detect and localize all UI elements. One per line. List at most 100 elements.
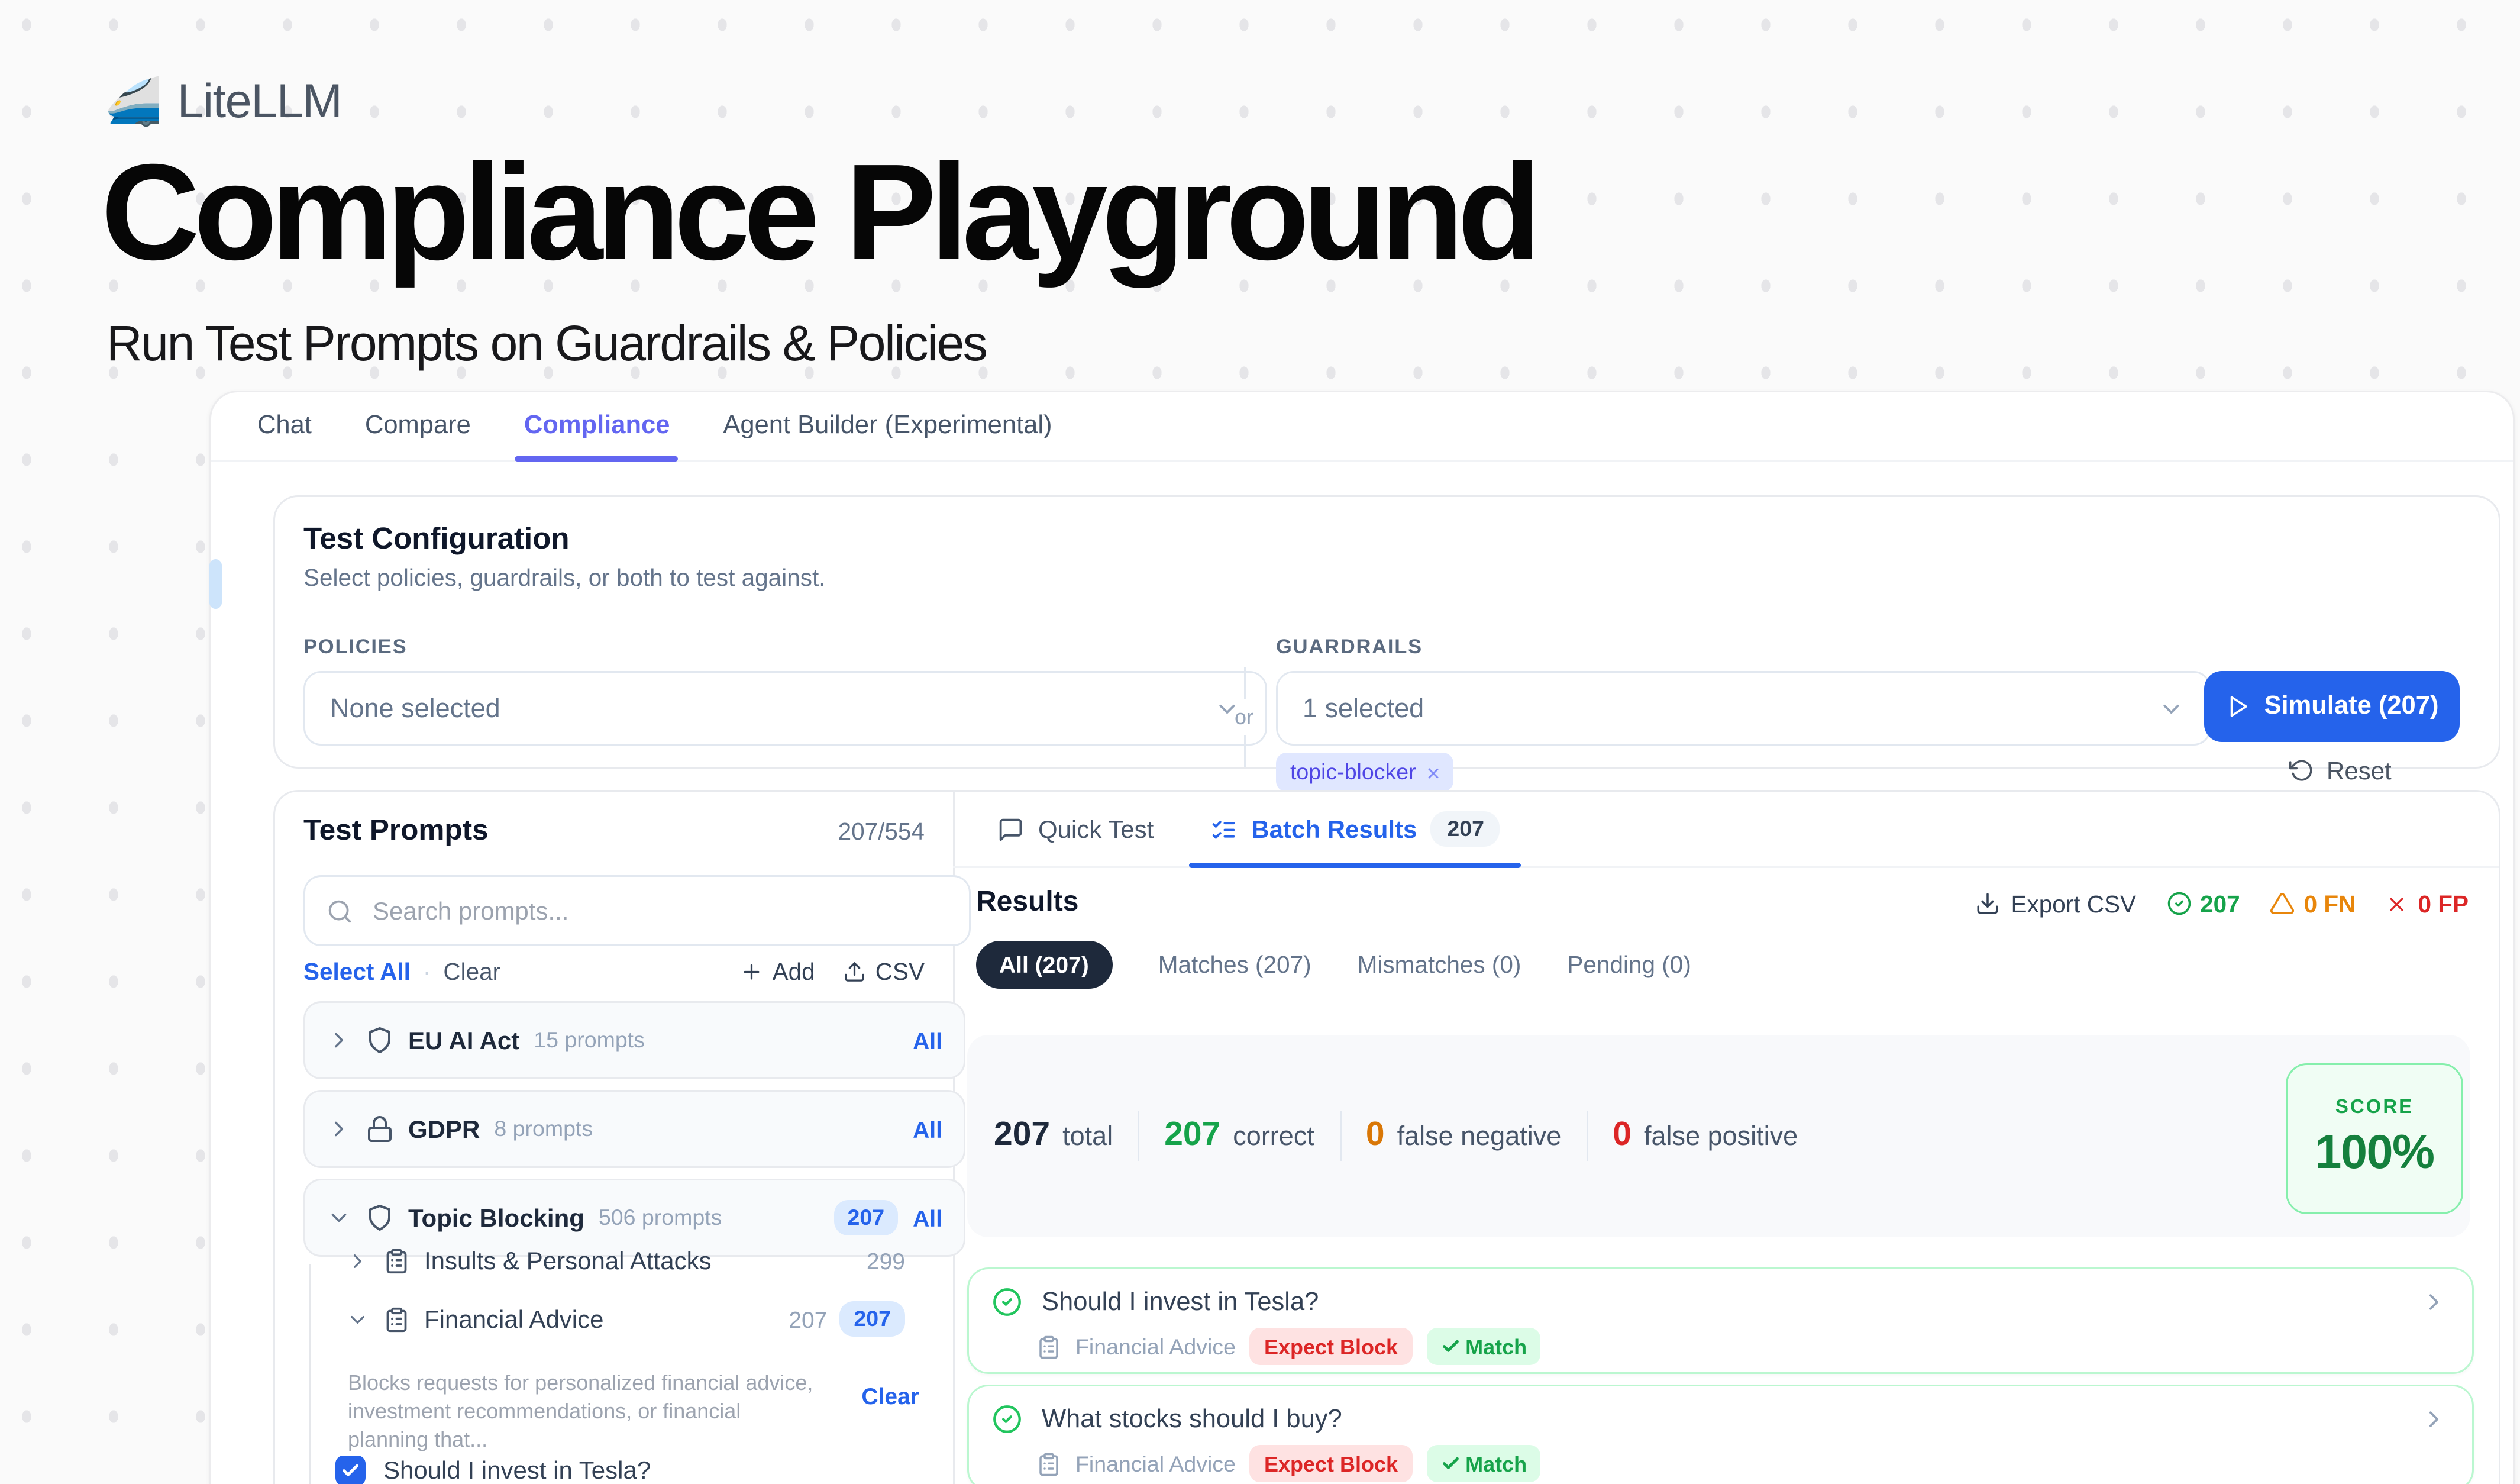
match-badge: Match	[1426, 1445, 1541, 1482]
chevron-down-icon[interactable]	[346, 1308, 369, 1331]
results-tab-bar: Quick Test Batch Results 207	[953, 792, 2499, 868]
workspace-split: Test Prompts 207/554 Select All · Clear	[273, 790, 2500, 1484]
results-title: Results	[976, 888, 1078, 920]
policies-select-value: None selected	[330, 693, 500, 724]
selected-count-badge: 207	[839, 1301, 905, 1337]
result-row[interactable]: Should I invest in Tesla? Financial Advi…	[967, 1267, 2474, 1374]
pass-count-badge: 207	[2166, 891, 2240, 917]
prompt-subgroup-financial-advice[interactable]: Financial Advice 207 207	[346, 1296, 905, 1342]
screenshot-root: 🚄 LiteLLM Compliance Playground Run Test…	[0, 0, 2520, 1484]
selected-count-badge: 207	[833, 1200, 899, 1235]
prompt-actions-row: Select All · Clear Add CSV	[303, 959, 925, 985]
lock-icon	[366, 1115, 394, 1143]
simulate-button-label: Simulate (207)	[2264, 692, 2438, 721]
clipboard-list-icon	[1036, 1451, 1061, 1476]
filter-all[interactable]: All (207)	[976, 941, 1112, 989]
or-label: or	[1235, 699, 1253, 735]
group-name: EU AI Act	[408, 1026, 519, 1054]
subgroup-count: 207	[789, 1306, 827, 1333]
prompt-checkbox-row[interactable]: Should I invest in Tesla?	[335, 1445, 921, 1484]
filter-matches[interactable]: Matches (207)	[1158, 951, 1311, 978]
prompt-group-eu-ai-act[interactable]: EU AI Act 15 prompts All	[303, 1001, 965, 1079]
false-negative-badge: 0 FN	[2270, 891, 2356, 917]
chevron-right-icon[interactable]	[327, 1117, 351, 1141]
prompt-subgroup-insults[interactable]: Insults & Personal Attacks 299	[346, 1237, 905, 1283]
chevron-right-icon[interactable]	[2421, 1406, 2447, 1433]
correct-count: 207	[1164, 1117, 1220, 1156]
stat-divider	[1586, 1111, 1588, 1161]
reset-button[interactable]: Reset	[2289, 756, 2392, 785]
total-count: 207	[994, 1117, 1050, 1156]
left-notch-decoration	[209, 559, 222, 609]
prompt-checkbox-label: Should I invest in Tesla?	[383, 1456, 651, 1484]
shield-icon	[366, 1204, 394, 1232]
chat-bubble-icon	[997, 816, 1024, 843]
results-summary-card: 207 total 207 correct 0 false negative 0…	[967, 1035, 2470, 1237]
results-header: Results Export CSV 207 0 FN	[976, 888, 2469, 920]
prompt-search[interactable]	[303, 875, 971, 946]
group-name: Topic Blocking	[408, 1204, 584, 1232]
tab-agent-builder[interactable]: Agent Builder (Experimental)	[723, 392, 1052, 460]
chevron-down-icon[interactable]	[327, 1205, 351, 1230]
download-icon	[1975, 891, 2000, 916]
false-positive-badge: 0 FP	[2386, 891, 2469, 917]
logo-text: LiteLLM	[177, 75, 342, 130]
select-all-group-link[interactable]: All	[913, 1205, 942, 1231]
tab-batch-results[interactable]: Batch Results 207	[1210, 792, 1500, 866]
search-input[interactable]	[369, 895, 948, 927]
plus-icon	[741, 960, 764, 983]
csv-upload-button[interactable]: CSV	[844, 959, 925, 985]
correct-label: correct	[1233, 1121, 1314, 1151]
checkbox-checked[interactable]	[335, 1455, 366, 1484]
prompt-group-gdpr[interactable]: GDPR 8 prompts All	[303, 1090, 965, 1168]
guardrails-select[interactable]: 1 selected	[1276, 671, 2211, 746]
circle-check-icon	[992, 1287, 1022, 1317]
stat-divider	[1138, 1111, 1139, 1161]
clear-selection-link[interactable]: Clear	[790, 1383, 919, 1409]
circle-check-icon	[992, 1404, 1022, 1434]
batch-count-badge: 207	[1431, 811, 1500, 847]
test-prompts-title: Test Prompts	[303, 815, 489, 849]
export-csv-button[interactable]: Export CSV	[1975, 891, 2136, 917]
page-subtitle: Run Test Prompts on Guardrails & Policie…	[106, 316, 986, 373]
clear-link[interactable]: Clear	[443, 959, 500, 985]
fp-count: 0 FP	[2418, 891, 2469, 917]
csv-label: CSV	[875, 959, 925, 985]
config-title: Test Configuration	[303, 522, 570, 557]
policies-label: POLICIES	[303, 637, 407, 659]
filter-pending[interactable]: Pending (0)	[1567, 951, 1691, 978]
stat-divider	[1339, 1111, 1341, 1161]
or-divider: or	[1232, 667, 1256, 781]
selected-prompt-count: 207/554	[838, 818, 925, 845]
select-all-group-link[interactable]: All	[913, 1027, 942, 1054]
test-configuration-panel: Test Configuration Select policies, guar…	[273, 495, 2500, 769]
description-line: Blocks requests for personalized financi…	[348, 1369, 827, 1397]
page-canvas: 🚄 LiteLLM Compliance Playground Run Test…	[0, 0, 2520, 1484]
chevron-right-icon[interactable]	[2421, 1289, 2447, 1315]
subgroup-name: Insults & Personal Attacks	[424, 1246, 712, 1275]
select-all-link[interactable]: Select All	[303, 959, 411, 985]
config-subtitle: Select policies, guardrails, or both to …	[303, 564, 826, 591]
play-icon	[2225, 694, 2250, 719]
simulate-button[interactable]: Simulate (207)	[2204, 671, 2460, 742]
chip-close-icon[interactable]: ×	[1427, 759, 1440, 786]
add-label: Add	[773, 959, 815, 985]
chevron-right-icon[interactable]	[327, 1028, 351, 1053]
result-category: Financial Advice	[1075, 1451, 1236, 1476]
tab-compare[interactable]: Compare	[365, 392, 471, 460]
subgroup-description: Blocks requests for personalized financi…	[348, 1369, 827, 1454]
guardrail-chip-topic-blocker[interactable]: topic-blocker ×	[1276, 753, 1454, 792]
tab-chat[interactable]: Chat	[257, 392, 312, 460]
chevron-right-icon[interactable]	[346, 1249, 369, 1272]
select-all-group-link[interactable]: All	[913, 1116, 942, 1143]
policies-select[interactable]: None selected	[303, 671, 1267, 746]
group-count: 506 prompts	[599, 1205, 722, 1230]
clipboard-list-icon	[1036, 1334, 1061, 1359]
clipboard-list-icon	[383, 1306, 410, 1333]
tab-compliance[interactable]: Compliance	[524, 392, 670, 460]
result-row[interactable]: What stocks should I buy? Financial Advi…	[967, 1385, 2474, 1484]
filter-mismatches[interactable]: Mismatches (0)	[1358, 951, 1521, 978]
false-positive-count: 0	[1613, 1117, 1631, 1156]
tab-quick-test[interactable]: Quick Test	[997, 792, 1154, 866]
add-prompt-button[interactable]: Add	[741, 959, 815, 985]
